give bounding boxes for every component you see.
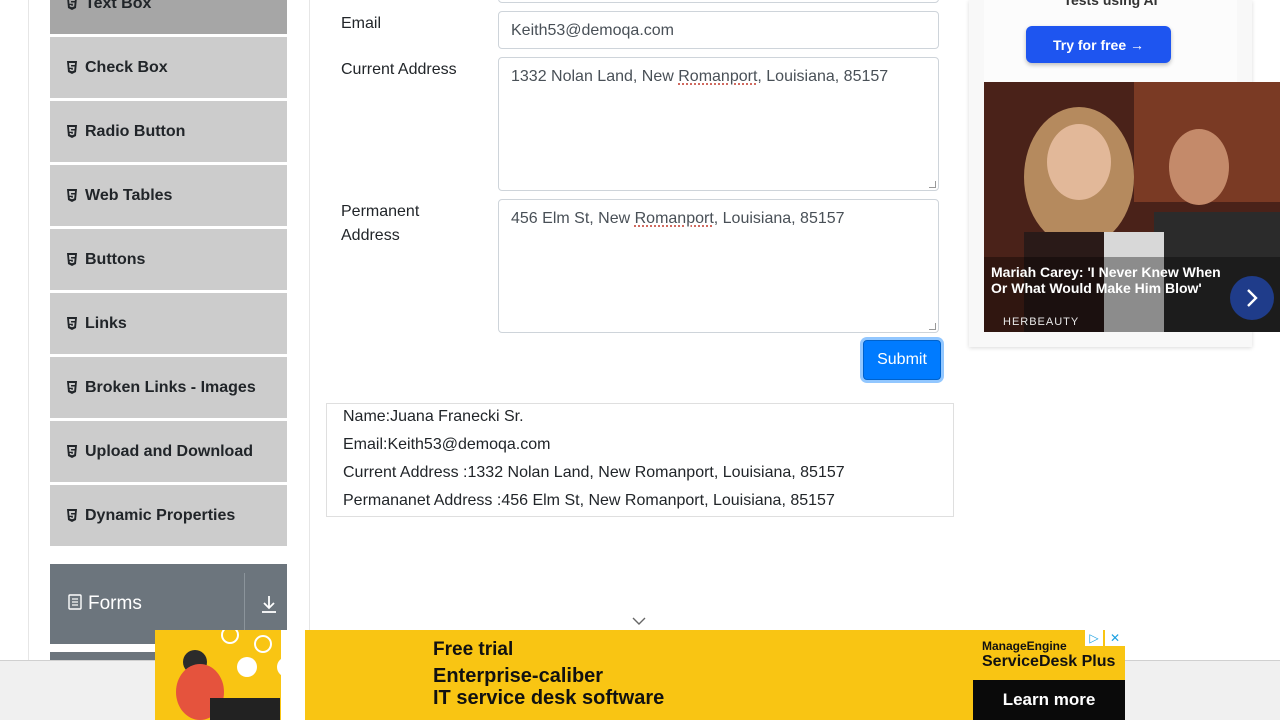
- sidebar-item-label: Check Box: [85, 58, 168, 76]
- banner-brand-line1: ManageEngine: [982, 639, 1067, 653]
- page: Text Box Check Box Radio Button Web Tabl…: [0, 0, 1280, 720]
- output-name: Name:Juana Franecki Sr.: [343, 408, 524, 425]
- banner-line2: Enterprise-caliber: [433, 665, 604, 687]
- output-current-address: Current Address :1332 Nolan Land, New Ro…: [343, 464, 845, 481]
- sidebar-item-label: Upload and Download: [85, 442, 253, 460]
- sidebar-item-label: Buttons: [85, 250, 146, 268]
- html5-icon: [66, 381, 78, 394]
- resize-handle[interactable]: [929, 323, 936, 330]
- ad-top-area: Tests using AI Try for free →: [984, 0, 1237, 82]
- sidebar-item-check-box[interactable]: Check Box: [50, 37, 287, 99]
- submit-button[interactable]: Submit: [863, 340, 941, 380]
- sidebar-divider: [309, 0, 310, 660]
- sidebar-item-label: Links: [85, 314, 127, 332]
- banner-illustration: [176, 630, 305, 720]
- current-address-text-end: , Louisiana, 85157: [757, 68, 889, 85]
- resize-handle[interactable]: [929, 181, 936, 188]
- sidebar-item-label: Broken Links - Images: [85, 378, 256, 396]
- html5-icon: [66, 317, 78, 330]
- ad-caption: Mariah Carey: 'I Never Knew When Or What…: [991, 264, 1221, 296]
- ad-source: HERBEAUTY: [1003, 316, 1080, 328]
- sidebar-item-dynamic-properties[interactable]: Dynamic Properties: [50, 485, 287, 547]
- html5-icon: [66, 189, 78, 202]
- expand-arrow-icon[interactable]: [260, 594, 278, 619]
- left-divider: [28, 0, 29, 660]
- sidebar-item-text-box[interactable]: Text Box: [50, 0, 287, 35]
- sidebar-item-label: Text Box: [85, 0, 152, 12]
- html5-icon: [66, 253, 78, 266]
- output-email: Email:Keith53@demoqa.com: [343, 436, 551, 453]
- output-panel: Name:Juana Franecki Sr. Email:Keith53@de…: [326, 403, 954, 517]
- permanent-address-text-end: , Louisiana, 85157: [713, 210, 845, 227]
- sidebar-item-radio-button[interactable]: Radio Button: [50, 101, 287, 163]
- spellcheck-word: Romanport: [678, 68, 758, 85]
- html5-icon: [66, 509, 78, 522]
- sidebar-item-broken-links[interactable]: Broken Links - Images: [50, 357, 287, 419]
- email-field[interactable]: Keith53@demoqa.com: [498, 11, 939, 49]
- html5-icon: [66, 61, 78, 74]
- sidebar-item-buttons[interactable]: Buttons: [50, 229, 287, 291]
- learn-more-button[interactable]: Learn more: [973, 680, 1125, 720]
- permanent-address-label-line2: Address: [341, 227, 400, 244]
- sidebar-item-links[interactable]: Links: [50, 293, 287, 355]
- ad-top-text: Tests using AI: [1063, 0, 1158, 8]
- permanent-address-text: 456 Elm St, New: [511, 210, 635, 227]
- output-permanent-address: Permananet Address :456 Elm St, New Roma…: [343, 492, 835, 509]
- permanent-address-label: Permanent Address: [341, 200, 419, 248]
- try-for-free-button[interactable]: Try for free →: [1026, 26, 1171, 63]
- sidebar-item-label: Dynamic Properties: [85, 506, 236, 524]
- group-divider: [244, 573, 245, 635]
- current-address-label: Current Address: [341, 61, 457, 78]
- document-icon: [68, 593, 82, 615]
- sidebar-item-upload-download[interactable]: Upload and Download: [50, 421, 287, 483]
- ad-photo[interactable]: Mariah Carey: 'I Never Knew When Or What…: [984, 82, 1280, 332]
- html5-icon: [66, 445, 78, 458]
- html5-icon: [66, 0, 78, 10]
- banner-line3: IT service desk software: [433, 687, 665, 709]
- html5-icon: [66, 125, 78, 138]
- next-arrow-button[interactable]: [1230, 276, 1274, 320]
- email-label: Email: [341, 15, 382, 32]
- chevron-down-icon[interactable]: [631, 613, 647, 631]
- permanent-address-label-line1: Permanent: [341, 203, 420, 220]
- permanent-address-textarea[interactable]: 456 Elm St, New Romanport, Louisiana, 85…: [498, 199, 939, 333]
- spellcheck-word: Romanport: [634, 210, 714, 227]
- ad-choices-icon[interactable]: ▷: [1085, 630, 1103, 646]
- close-icon[interactable]: ✕: [1105, 630, 1125, 646]
- ad-banner-bottom[interactable]: Free trial Enterprise-caliber IT service…: [155, 630, 1125, 720]
- banner-line1: Free trial: [433, 639, 514, 660]
- current-address-text: 1332 Nolan Land, New: [511, 68, 679, 85]
- full-name-input[interactable]: [498, 0, 939, 3]
- banner-brand-line2: ServiceDesk Plus: [982, 653, 1116, 670]
- sidebar-item-label: Radio Button: [85, 122, 186, 140]
- current-address-textarea[interactable]: 1332 Nolan Land, New Romanport, Louisian…: [498, 57, 939, 191]
- sidebar-item-label: Web Tables: [85, 186, 173, 204]
- chevron-right-icon: [1247, 289, 1258, 307]
- sidebar-item-web-tables[interactable]: Web Tables: [50, 165, 287, 227]
- sidebar-group-label: Forms: [88, 593, 142, 614]
